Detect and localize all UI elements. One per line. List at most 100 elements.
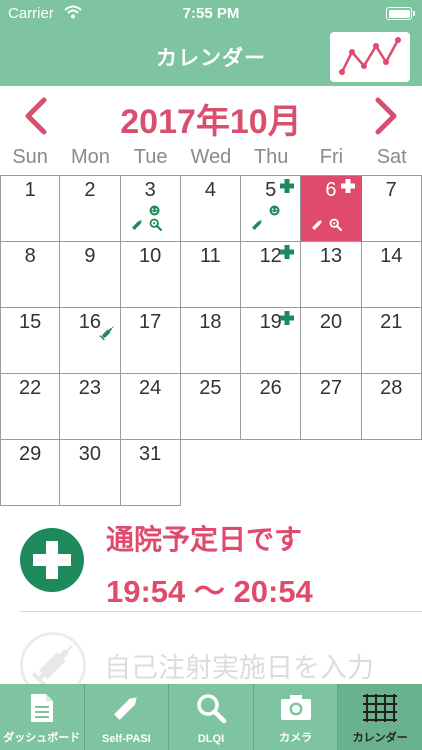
calendar-day-cell[interactable]: 27	[301, 374, 362, 440]
magnifier-icon	[197, 694, 227, 724]
calendar-day-cell[interactable]: 20	[301, 308, 362, 374]
tab-dlqi[interactable]: DLQI	[169, 684, 254, 750]
pencil-icon	[311, 218, 324, 236]
event-card[interactable]: 通院予定日です 19:54 ～ 20:54	[0, 516, 422, 612]
day-number: 2	[84, 179, 96, 201]
line-chart-icon	[339, 37, 401, 75]
calendar-day-cell[interactable]: 31	[120, 440, 181, 506]
calendar-day-cell[interactable]: 14	[361, 242, 422, 308]
day-number: 3	[144, 179, 156, 201]
calendar-day-cell[interactable]: 7	[361, 176, 422, 242]
calendar-day-cell[interactable]: 12	[241, 242, 302, 308]
status-bar: Carrier 7:55 PM	[0, 0, 422, 28]
day-number: 11	[200, 245, 221, 267]
pencil-icon	[114, 697, 137, 721]
day-number: 23	[78, 377, 102, 399]
syringe-icon	[98, 324, 116, 347]
weekday-label: Tue	[133, 146, 168, 168]
day-number: 30	[78, 443, 102, 465]
calendar-day-cell[interactable]: 23	[60, 374, 121, 440]
weekday-label: Thu	[253, 146, 289, 168]
weekday-header: Sun Mon Tue Wed Thu Fri Sat	[0, 146, 422, 174]
event-title: 通院予定日です	[106, 524, 303, 555]
day-number: 1	[24, 179, 36, 201]
tab-calendar[interactable]: カレンダー	[338, 684, 422, 750]
pencil-icon	[131, 218, 144, 236]
battery-icon	[386, 7, 415, 20]
month-header: 2017年10月	[0, 86, 422, 144]
calendar-day-cell[interactable]: 2	[60, 176, 121, 242]
weekday-label: Wed	[190, 146, 232, 168]
calendar-day-cell[interactable]: 26	[241, 374, 302, 440]
day-number: 28	[380, 377, 403, 399]
weekday-label: Mon	[70, 146, 110, 168]
calendar-day-cell[interactable]: 22	[0, 374, 61, 440]
calendar-week-row: 29 30 31	[0, 440, 422, 506]
calendar-day-cell[interactable]: 10	[120, 242, 181, 308]
day-number: 31	[139, 443, 162, 465]
plus-icon	[280, 245, 295, 264]
smile-icon	[269, 203, 280, 221]
calendar-day-cell[interactable]: 13	[301, 242, 362, 308]
calendar-day-cell[interactable]: 19	[241, 308, 302, 374]
chart-button[interactable]	[330, 32, 410, 82]
weekday-label: Fri	[319, 146, 344, 168]
plus-icon	[340, 179, 355, 198]
day-number: 21	[380, 311, 403, 333]
calendar-day-cell[interactable]: 24	[120, 374, 181, 440]
calendar-day-cell[interactable]: 18	[180, 308, 242, 374]
camera-icon	[280, 695, 311, 720]
magnifier-icon	[329, 218, 343, 236]
tab-label: DLQI	[197, 733, 225, 745]
calendar-day-cell[interactable]: 29	[0, 440, 61, 506]
weekday-label: Sat	[376, 146, 407, 168]
month-title: 2017年10月	[120, 103, 302, 141]
calendar-day-cell[interactable]: 5	[241, 176, 302, 242]
day-number: 7	[385, 179, 397, 201]
tab-self-pasi[interactable]: Self-PASI	[85, 684, 170, 750]
day-number: 14	[380, 245, 403, 267]
calendar-day-cell[interactable]: 1	[0, 176, 61, 242]
tab-label: カメラ	[279, 732, 313, 744]
calendar-week-row: 22 23 24 25 26 27 28	[0, 374, 422, 440]
day-number: 13	[319, 245, 343, 267]
calendar-day-cell[interactable]: 30	[60, 440, 121, 506]
calendar-day-cell[interactable]: 25	[180, 374, 242, 440]
hospital-plus-icon	[20, 528, 84, 592]
day-number: 22	[19, 377, 42, 399]
calendar-day-cell[interactable]: 16	[60, 308, 121, 374]
tab-dashboard[interactable]: ダッシュボード	[0, 684, 85, 750]
calendar-day-cell[interactable]: 3	[120, 176, 181, 242]
weekday-label: Sun	[12, 146, 48, 168]
calendar-day-cell[interactable]: 8	[0, 242, 61, 308]
calendar-day-cell[interactable]: 4	[180, 176, 242, 242]
calendar-grid: 1 2 3 4 5 6 7 8 9 10 11 12 13 14 15 16 17 18 19 20 21 22 23 24 2…	[0, 175, 422, 506]
calendar-day-cell[interactable]: 9	[60, 242, 121, 308]
calendar-day-cell[interactable]: 28	[361, 374, 422, 440]
calendar-week-row: 8 9 10 11 12 13 14	[0, 242, 422, 308]
day-number: 27	[319, 377, 343, 399]
next-month-arrow-icon[interactable]	[368, 96, 404, 136]
day-number: 29	[19, 443, 42, 465]
tab-label: Self-PASI	[102, 733, 151, 745]
day-number: 18	[199, 311, 222, 333]
calendar-day-cell[interactable]: 15	[0, 308, 61, 374]
calendar-day-cell[interactable]: 6	[301, 176, 362, 242]
tab-bar: ダッシュボード Self-PASI DLQI カメラ カレンダー	[0, 684, 422, 750]
tab-label: ダッシュボード	[3, 732, 81, 744]
calendar-day-cell[interactable]: 17	[120, 308, 181, 374]
tab-label: カレンダー	[352, 732, 408, 744]
divider	[20, 611, 422, 612]
day-number: 20	[319, 311, 343, 333]
calendar-empty-cell	[301, 440, 361, 506]
day-number: 4	[204, 179, 216, 201]
tab-camera[interactable]: カメラ	[254, 684, 339, 750]
calendar-day-cell[interactable]: 21	[361, 308, 422, 374]
injection-entry-row[interactable]: 自己注射実施日を入力	[0, 626, 422, 698]
plus-icon	[280, 179, 295, 198]
calendar-empty-cell	[181, 440, 241, 506]
calendar-day-cell[interactable]: 11	[180, 242, 242, 308]
calendar-week-row: 1 2 3 4 56 7	[0, 176, 422, 242]
calendar-week-row: 15 16 17 18 19 20 21	[0, 308, 422, 374]
day-number: 10	[139, 245, 162, 267]
